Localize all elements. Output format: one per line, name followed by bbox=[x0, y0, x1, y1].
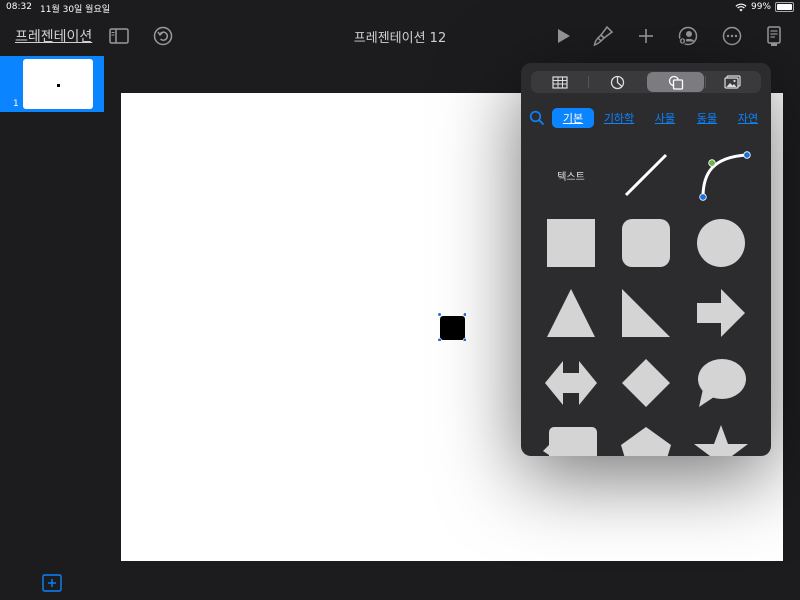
shape-diamond[interactable] bbox=[611, 351, 681, 415]
tab-shapes[interactable] bbox=[647, 72, 704, 92]
shape-star[interactable] bbox=[686, 419, 756, 456]
shape-rounded-square[interactable] bbox=[611, 211, 681, 275]
sidebar-toggle-icon[interactable] bbox=[107, 24, 131, 48]
more-icon[interactable] bbox=[720, 24, 744, 48]
callout-shape-icon bbox=[543, 427, 597, 456]
media-icon bbox=[724, 75, 741, 89]
collaborate-icon[interactable] bbox=[676, 24, 700, 48]
category-geometry[interactable]: 기하학 bbox=[601, 108, 637, 128]
presenter-notes-icon[interactable] bbox=[762, 24, 786, 48]
speech-bubble-shape-icon bbox=[698, 359, 746, 407]
status-bar: 08:32 11월 30일 월요일 99% bbox=[0, 0, 800, 16]
shape-text[interactable]: 텍스트 bbox=[536, 143, 606, 207]
shape-circle[interactable] bbox=[686, 211, 756, 275]
shape-text-label: 텍스트 bbox=[557, 171, 585, 183]
selection-handle[interactable] bbox=[438, 337, 442, 341]
category-animals[interactable]: 동물 bbox=[691, 108, 723, 128]
category-objects[interactable]: 사물 bbox=[649, 108, 681, 128]
battery-percent: 99% bbox=[750, 2, 771, 12]
undo-icon[interactable] bbox=[151, 24, 175, 48]
back-to-presentations-link[interactable]: 프레젠테이션 bbox=[15, 26, 92, 46]
search-icon[interactable] bbox=[529, 110, 545, 126]
play-icon[interactable] bbox=[551, 24, 575, 48]
selection-handle[interactable] bbox=[462, 337, 466, 341]
pentagon-shape-icon bbox=[621, 427, 671, 456]
status-time: 08:32 bbox=[6, 2, 32, 12]
shape-category-row: 기본 기하학 사물 동물 자연 bbox=[521, 107, 771, 131]
shape-callout[interactable] bbox=[536, 419, 606, 456]
rounded-square-shape-icon bbox=[622, 219, 670, 267]
shape-curve[interactable] bbox=[686, 143, 756, 207]
slide-number: 1 bbox=[13, 99, 19, 109]
diamond-shape-icon bbox=[622, 359, 670, 407]
star-shape-icon bbox=[694, 425, 748, 456]
shape-double-arrow[interactable] bbox=[536, 351, 606, 415]
shape-speech-bubble[interactable] bbox=[686, 351, 756, 415]
selection-handle[interactable] bbox=[438, 313, 442, 317]
add-slide-icon[interactable] bbox=[42, 574, 62, 592]
toolbar: 프레젠테이션 프레젠테이션 12 bbox=[0, 16, 800, 56]
shape-line[interactable] bbox=[611, 143, 681, 207]
selected-shape[interactable] bbox=[438, 313, 466, 341]
slide-thumbnail-selected[interactable]: 1 bbox=[0, 56, 104, 112]
shape-triangle[interactable] bbox=[536, 281, 606, 345]
circle-shape-icon bbox=[697, 219, 745, 267]
status-date: 11월 30일 월요일 bbox=[40, 5, 111, 15]
shape-right-triangle[interactable] bbox=[611, 281, 681, 345]
insert-popover: 기본 기하학 사물 동물 자연 텍스트 bbox=[521, 63, 771, 456]
status-right: 99% bbox=[735, 2, 794, 12]
category-basic[interactable]: 기본 bbox=[552, 108, 594, 128]
slide-thumbnail[interactable] bbox=[23, 59, 93, 109]
insert-segmented-control bbox=[531, 71, 761, 93]
shapes-icon bbox=[668, 75, 683, 90]
shape-arrow[interactable] bbox=[686, 281, 756, 345]
triangle-shape-icon bbox=[547, 289, 595, 337]
line-shape-icon bbox=[624, 153, 668, 197]
selection-handle[interactable] bbox=[462, 313, 466, 317]
wifi-icon bbox=[735, 3, 747, 11]
plus-icon[interactable] bbox=[634, 24, 658, 48]
table-icon bbox=[551, 75, 568, 89]
tab-media[interactable] bbox=[704, 71, 761, 93]
slide-navigator: 1 bbox=[0, 56, 104, 600]
tab-chart[interactable] bbox=[589, 71, 646, 93]
shape-pentagon[interactable] bbox=[611, 419, 681, 456]
square-shape-icon bbox=[547, 219, 595, 267]
tab-table[interactable] bbox=[531, 71, 588, 93]
shape-square[interactable] bbox=[536, 211, 606, 275]
right-triangle-shape-icon bbox=[622, 289, 670, 337]
arrow-shape-icon bbox=[697, 289, 745, 337]
chart-icon bbox=[610, 75, 625, 89]
curve-shape-icon bbox=[699, 151, 751, 201]
shape-grid: 텍스트 bbox=[521, 137, 771, 456]
paintbrush-icon[interactable] bbox=[591, 24, 615, 48]
battery-icon bbox=[775, 2, 794, 12]
category-nature[interactable]: 자연 bbox=[732, 108, 764, 128]
double-arrow-shape-icon bbox=[545, 361, 597, 405]
